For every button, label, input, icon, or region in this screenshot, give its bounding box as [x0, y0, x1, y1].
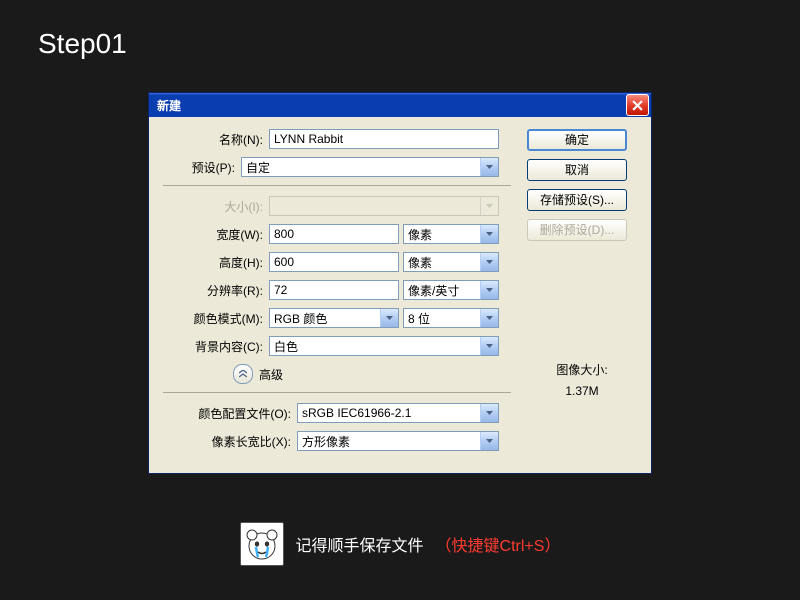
profile-label: 颜色配置文件(O): [163, 405, 297, 422]
save-preset-button[interactable]: 存储预设(S)... [527, 189, 627, 211]
double-chevron-up-icon [239, 370, 247, 378]
crying-bear-icon [240, 522, 284, 566]
bg-value: 白色 [270, 338, 480, 355]
name-label: 名称(N): [163, 131, 269, 148]
chevron-down-icon [380, 309, 398, 327]
resolution-input[interactable] [269, 280, 399, 300]
width-input[interactable] [269, 224, 399, 244]
name-input[interactable] [269, 129, 499, 149]
row-width: 宽度(W): 像素 [163, 224, 511, 244]
new-document-dialog: 新建 名称(N): 预设(P): 自定 大小(I): [148, 92, 652, 474]
bg-label: 背景内容(C): [163, 338, 269, 355]
size-label: 大小(I): [163, 198, 269, 215]
resolution-label: 分辨率(R): [163, 282, 269, 299]
preset-value: 自定 [242, 159, 480, 176]
advanced-label: 高级 [259, 366, 283, 383]
colormode-label: 颜色模式(M): [163, 310, 269, 327]
preset-label: 预设(P): [163, 159, 241, 176]
advanced-toggle-button[interactable] [233, 364, 253, 384]
row-bg: 背景内容(C): 白色 [163, 336, 511, 356]
cancel-button[interactable]: 取消 [527, 159, 627, 181]
preset-select[interactable]: 自定 [241, 157, 499, 177]
ok-button[interactable]: 确定 [527, 129, 627, 151]
row-size: 大小(I): [163, 196, 511, 216]
colordepth-select[interactable]: 8 位 [403, 308, 499, 328]
row-preset: 预设(P): 自定 [163, 157, 511, 177]
row-pixel-aspect: 像素长宽比(X): 方形像素 [163, 431, 511, 451]
close-button[interactable] [626, 94, 649, 116]
footer-hint: （快捷键Ctrl+S） [436, 532, 561, 556]
profile-select[interactable]: sRGB IEC61966-2.1 [297, 403, 499, 423]
pixel-aspect-value: 方形像素 [298, 433, 480, 450]
chevron-down-icon [480, 337, 498, 355]
height-label: 高度(H): [163, 254, 269, 271]
height-unit-value: 像素 [404, 254, 480, 271]
dialog-body: 名称(N): 预设(P): 自定 大小(I): 宽度(W): [149, 117, 651, 473]
footer: 记得顺手保存文件 （快捷键Ctrl+S） [0, 522, 800, 566]
close-icon [632, 100, 643, 111]
pixel-aspect-select[interactable]: 方形像素 [297, 431, 499, 451]
chevron-down-icon [480, 281, 498, 299]
colormode-value: RGB 颜色 [270, 310, 380, 327]
delete-preset-button: 删除预设(D)... [527, 219, 627, 241]
width-label: 宽度(W): [163, 226, 269, 243]
form-column: 名称(N): 预设(P): 自定 大小(I): 宽度(W): [163, 129, 511, 459]
chevron-down-icon [480, 225, 498, 243]
pixel-aspect-label: 像素长宽比(X): [163, 433, 297, 450]
row-name: 名称(N): [163, 129, 511, 149]
height-input[interactable] [269, 252, 399, 272]
titlebar: 新建 [149, 93, 651, 117]
image-size-box: 图像大小: 1.37M [527, 361, 637, 398]
chevron-down-icon [480, 197, 498, 215]
colormode-select[interactable]: RGB 颜色 [269, 308, 399, 328]
width-unit-select[interactable]: 像素 [403, 224, 499, 244]
resolution-unit-select[interactable]: 像素/英寸 [403, 280, 499, 300]
chevron-down-icon [480, 158, 498, 176]
footer-text: 记得顺手保存文件 [296, 532, 424, 556]
divider [163, 185, 511, 186]
colordepth-value: 8 位 [404, 310, 480, 327]
height-unit-select[interactable]: 像素 [403, 252, 499, 272]
size-select [269, 196, 499, 216]
width-unit-value: 像素 [404, 226, 480, 243]
chevron-down-icon [480, 432, 498, 450]
step-label: Step01 [38, 28, 127, 60]
row-colormode: 颜色模式(M): RGB 颜色 8 位 [163, 308, 511, 328]
row-profile: 颜色配置文件(O): sRGB IEC61966-2.1 [163, 403, 511, 423]
bg-select[interactable]: 白色 [269, 336, 499, 356]
chevron-down-icon [480, 404, 498, 422]
row-advanced-toggle: 高级 [163, 364, 511, 384]
profile-value: sRGB IEC61966-2.1 [298, 406, 480, 420]
image-size-value: 1.37M [527, 384, 637, 398]
resolution-unit-value: 像素/英寸 [404, 282, 480, 299]
button-column: 确定 取消 存储预设(S)... 删除预设(D)... 图像大小: 1.37M [527, 129, 637, 459]
chevron-down-icon [480, 309, 498, 327]
chevron-down-icon [480, 253, 498, 271]
row-resolution: 分辨率(R): 像素/英寸 [163, 280, 511, 300]
dialog-title: 新建 [157, 97, 181, 114]
row-height: 高度(H): 像素 [163, 252, 511, 272]
image-size-label: 图像大小: [527, 361, 637, 378]
divider [163, 392, 511, 393]
